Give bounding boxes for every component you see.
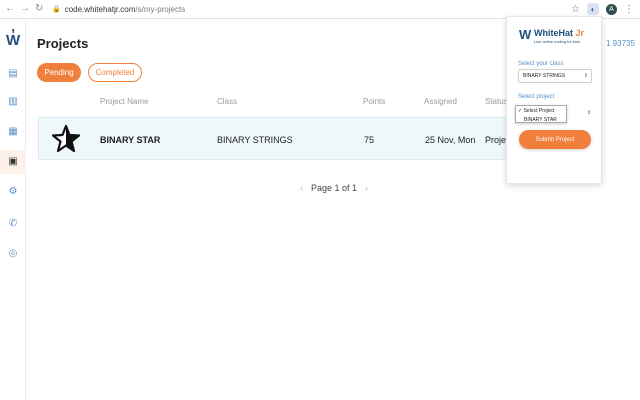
brand-suffix-text: Jr (575, 28, 585, 38)
header-project-name: Project Name (100, 97, 149, 106)
lock-icon: 🔒 (52, 6, 61, 13)
brand-name-text: WhiteHat (534, 28, 573, 38)
cell-class: BINARY STRINGS (217, 135, 293, 145)
project-label: Select project (518, 94, 555, 100)
projects-icon[interactable]: ▣ (7, 156, 19, 168)
forward-icon[interactable]: → (20, 4, 30, 14)
help-icon[interactable]: ◎ (7, 248, 19, 260)
url-host: code.whitehatjr.com (64, 4, 136, 14)
header-assigned: Assigned (424, 97, 457, 106)
whitehat-logo[interactable]: W̓ (6, 32, 20, 49)
tab-pending[interactable]: Pending (37, 63, 81, 82)
next-page-icon[interactable]: › (365, 183, 368, 193)
prev-page-icon[interactable]: ‹ (300, 183, 303, 193)
popup-brand-name: WhiteHat Jr (534, 28, 584, 38)
select-arrow-icon: ⇕ (583, 73, 588, 79)
support-phone[interactable]: 1 93735 (606, 39, 635, 48)
browser-menu-icon[interactable]: ⋮ (624, 4, 634, 15)
dashboard-icon[interactable]: ▤ (7, 68, 19, 80)
dropdown-option[interactable]: ✓ Select Project (516, 106, 566, 115)
cell-status: Proje (485, 135, 507, 145)
account-avatar[interactable]: A (606, 3, 617, 15)
page-indicator: Page 1 of 1 (311, 183, 358, 193)
class-select[interactable]: BINARY STRINGS ⇕ (518, 69, 592, 83)
header-points: Points (363, 97, 386, 106)
address-bar[interactable]: 🔒 code.whitehatjr.com /s/my-projects (52, 5, 185, 14)
back-icon[interactable]: ← (5, 4, 15, 14)
cell-project-name: BINARY STAR (100, 135, 161, 145)
url-path: /s/my-projects (135, 4, 186, 14)
cell-assigned: 25 Nov, Mon (425, 135, 476, 145)
class-label: Select your class (518, 61, 564, 67)
browser-actions: ☆ ◐ A ⋮ (571, 3, 634, 15)
popup-logo: W WhiteHat Jr Live online coding for kid… (519, 25, 593, 49)
popup-logo-mark: W (519, 27, 532, 42)
option-label: Select Project (523, 107, 555, 114)
dropdown-option[interactable]: BINARY STAR (516, 115, 566, 124)
phone-icon[interactable]: ✆ (7, 218, 19, 230)
submit-project-button[interactable]: Submit Project (519, 130, 591, 149)
reload-icon[interactable]: ↻ (35, 4, 43, 14)
book-icon[interactable]: ▥ (7, 96, 19, 108)
project-select-dropdown[interactable]: ✓ Select Project BINARY STAR (515, 105, 567, 123)
tab-completed[interactable]: Completed (88, 63, 142, 82)
extension-popup: W WhiteHat Jr Live online coding for kid… (506, 16, 602, 184)
sidebar: W̓ ▤ ▥ ▦ ▣ ⚙ ✆ ◎ (0, 20, 26, 400)
extension-icon[interactable]: ◐ (587, 3, 599, 15)
pagination: ‹ Page 1 of 1 › (300, 183, 368, 193)
select-arrow-icon: ⇕ (587, 110, 592, 116)
cell-points: 75 (364, 135, 375, 145)
calendar-icon[interactable]: ▦ (7, 126, 19, 138)
header-class: Class (217, 97, 238, 106)
page-title: Projects (37, 36, 89, 51)
browser-nav: ← → ↻ (0, 4, 52, 14)
star-icon (52, 124, 80, 153)
header-status: Status (485, 97, 508, 106)
class-select-value: BINARY STRINGS (523, 73, 566, 79)
bookmark-star-icon[interactable]: ☆ (571, 4, 580, 15)
settings-icon[interactable]: ⚙ (7, 186, 19, 198)
popup-tagline: Live online coding for kids (534, 39, 581, 44)
